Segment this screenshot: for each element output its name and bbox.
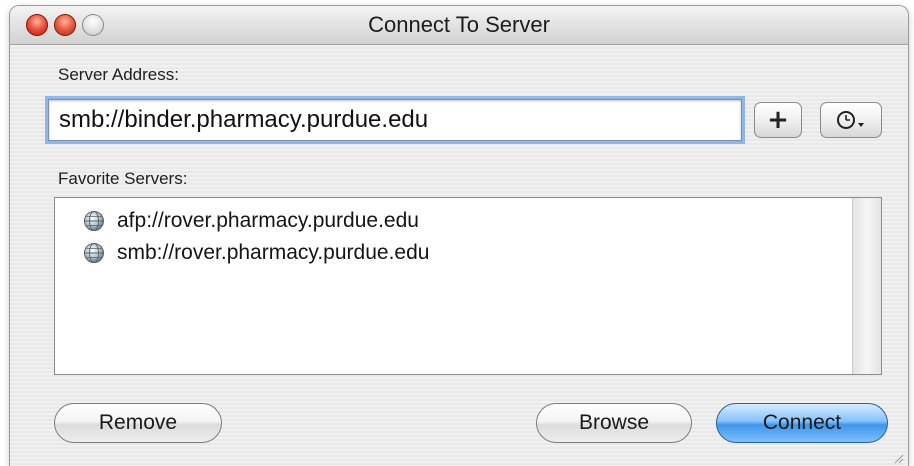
- list-item[interactable]: smb://rover.pharmacy.purdue.edu: [83, 238, 429, 268]
- connect-to-server-window: Connect To Server Server Address: + Favo…: [10, 6, 908, 466]
- network-globe-icon: [84, 211, 104, 231]
- server-address-input[interactable]: [48, 99, 742, 141]
- favorite-servers-label: Favorite Servers:: [58, 169, 188, 188]
- connect-button[interactable]: Connect: [716, 403, 888, 443]
- list-scrollbar[interactable]: [852, 198, 881, 374]
- favorite-servers-list[interactable]: afp://rover.pharmacy.purdue.edu smb://ro…: [54, 197, 882, 375]
- title-bar[interactable]: Connect To Server: [10, 6, 908, 45]
- resize-grip-icon[interactable]: [892, 452, 904, 464]
- network-globe-icon: [84, 243, 104, 263]
- favorite-server-url: smb://rover.pharmacy.purdue.edu: [117, 241, 430, 264]
- dialog-content: Server Address: + Favorite Servers:: [10, 45, 908, 466]
- list-item[interactable]: afp://rover.pharmacy.purdue.edu: [83, 206, 419, 236]
- browse-button[interactable]: Browse: [536, 403, 692, 443]
- add-favorite-button[interactable]: +: [754, 102, 802, 138]
- favorite-server-url: afp://rover.pharmacy.purdue.edu: [117, 209, 419, 232]
- remove-button[interactable]: Remove: [54, 403, 222, 443]
- clock-icon: [837, 111, 864, 129]
- window-title: Connect To Server: [368, 12, 550, 37]
- server-address-label: Server Address:: [58, 65, 179, 84]
- recent-servers-button[interactable]: [820, 102, 882, 138]
